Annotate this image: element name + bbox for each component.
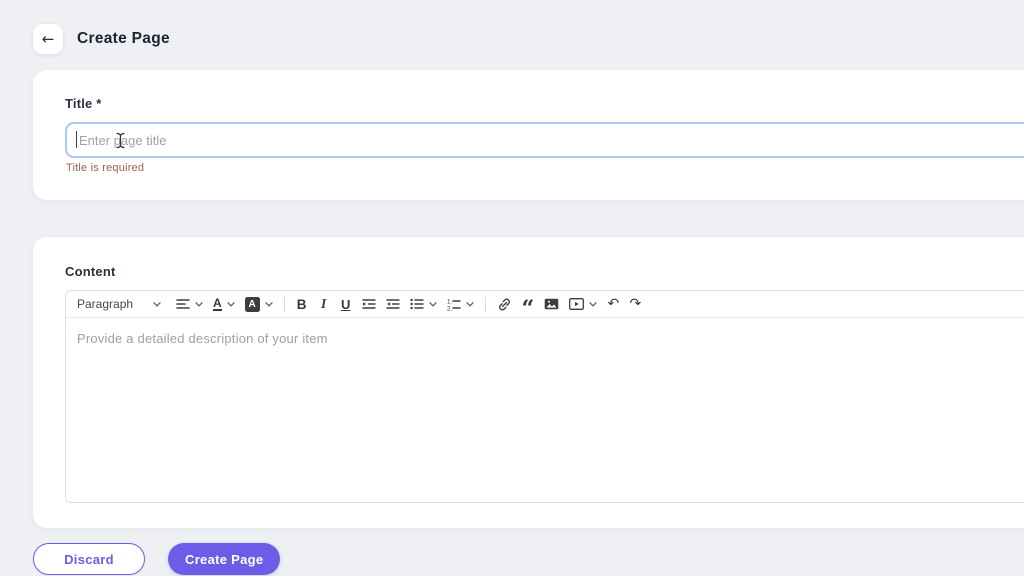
align-left-icon — [176, 299, 190, 309]
font-background-color-icon: A — [244, 296, 260, 312]
chevron-down-icon — [227, 301, 235, 307]
svg-text:1.: 1. — [447, 298, 452, 305]
bulleted-list-icon — [410, 298, 424, 310]
discard-button[interactable]: Discard — [33, 543, 145, 575]
font-color-dropdown[interactable]: A — [209, 293, 239, 315]
insert-media-icon — [569, 298, 585, 310]
paragraph-style-dropdown[interactable]: Paragraph — [73, 293, 165, 315]
font-color-icon: A — [213, 295, 222, 312]
rich-text-editor: Paragraph A A B I U 1. 2. “ ↶ ↷ Provide … — [65, 290, 1024, 503]
footer-actions: Discard Create Page — [33, 543, 281, 575]
chevron-down-icon — [589, 301, 597, 307]
arrow-left-icon: ← — [41, 30, 55, 48]
editor-toolbar: Paragraph A A B I U 1. 2. “ ↶ ↷ — [66, 291, 1024, 320]
decrease-indent-button[interactable] — [382, 293, 404, 315]
title-label: Title * — [65, 96, 102, 111]
link-button[interactable] — [493, 293, 516, 315]
italic-button[interactable]: I — [314, 293, 334, 315]
decrease-indent-icon — [385, 299, 400, 309]
chevron-down-icon — [195, 301, 203, 307]
chevron-down-icon — [429, 301, 437, 307]
content-card: Content Paragraph A A B I U 1. 2. “ ↶ ↷ … — [33, 237, 1024, 528]
svg-text:2.: 2. — [447, 305, 452, 310]
page-title: Create Page — [77, 30, 170, 47]
block-quote-button[interactable]: “ — [518, 293, 539, 320]
create-page-button[interactable]: Create Page — [168, 543, 281, 575]
numbered-list-icon: 1.2. — [447, 298, 461, 311]
chevron-down-icon — [153, 301, 161, 307]
undo-icon: ↶ — [607, 296, 620, 312]
title-card: Title * Title is required — [33, 70, 1024, 200]
undo-button[interactable]: ↶ — [603, 293, 623, 315]
text-caret — [76, 131, 77, 148]
page-header: ← Create Page — [33, 24, 170, 54]
insert-media-dropdown[interactable] — [565, 293, 601, 315]
chevron-down-icon — [466, 301, 474, 307]
italic-icon: I — [321, 296, 327, 311]
insert-image-icon — [545, 298, 559, 310]
paragraph-style-label: Paragraph — [77, 297, 134, 311]
content-label: Content — [65, 264, 116, 279]
chevron-down-icon — [265, 301, 273, 307]
title-error-message: Title is required — [66, 162, 145, 174]
font-background-color-dropdown[interactable]: A — [241, 293, 277, 315]
underline-button[interactable]: U — [336, 293, 356, 315]
title-input-wrap — [65, 122, 1024, 158]
bulleted-list-dropdown[interactable] — [406, 293, 441, 315]
redo-button[interactable]: ↷ — [625, 293, 645, 315]
redo-icon: ↷ — [629, 296, 642, 312]
toolbar-separator — [484, 296, 486, 312]
insert-image-button[interactable] — [540, 293, 563, 315]
underline-icon: U — [340, 296, 351, 312]
toolbar-separator — [283, 296, 285, 312]
bold-button[interactable]: B — [292, 293, 312, 315]
increase-indent-button[interactable] — [358, 293, 380, 315]
title-input[interactable] — [65, 122, 1024, 158]
bold-icon: B — [296, 296, 307, 312]
link-icon — [498, 298, 510, 310]
editor-placeholder: Provide a detailed description of your i… — [77, 331, 328, 346]
back-button[interactable]: ← — [33, 24, 63, 54]
increase-indent-icon — [361, 299, 376, 309]
text-alignment-dropdown[interactable] — [172, 293, 207, 315]
editor-content-area[interactable]: Provide a detailed description of your i… — [66, 318, 1024, 359]
numbered-list-dropdown[interactable]: 1. 2. — [443, 293, 478, 315]
